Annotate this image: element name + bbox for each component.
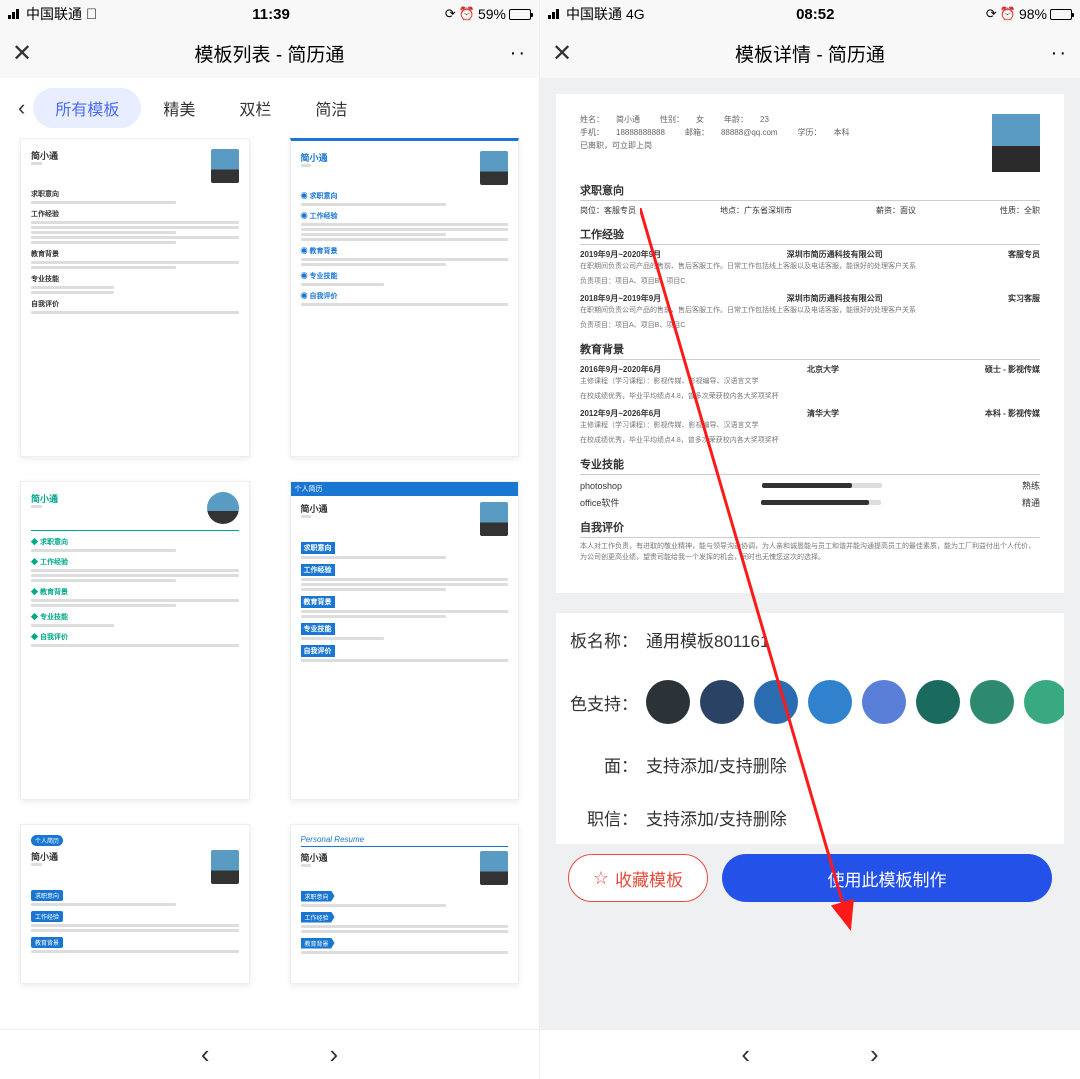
template-card[interactable]: 个人简历 简小通 求职意向 工作经验 教育背景 专业技能 自我评价 <box>290 481 520 800</box>
template-card[interactable]: 简小通 ◉ 求职意向 ◉ 工作经验 ◉ 教育背景 ◉ 专业技能 ◉ 自我评价 <box>290 138 520 457</box>
avatar-thumb <box>211 850 239 884</box>
meta-color-label: 色支持： <box>556 690 646 715</box>
color-swatch[interactable] <box>754 680 798 724</box>
battery-percent: 59% <box>478 6 506 22</box>
bottom-nav-right: ‹ › <box>540 1029 1080 1079</box>
color-swatch[interactable] <box>1024 680 1064 724</box>
avatar-thumb <box>207 492 239 524</box>
close-button[interactable]: ✕ <box>552 39 572 68</box>
avatar-thumb <box>480 151 508 185</box>
star-icon: ☆ <box>593 868 609 889</box>
tab-fine[interactable]: 精美 <box>141 88 217 128</box>
resume-preview[interactable]: 姓名：简小通 性别：女 年龄：23 手机：18888888888 邮箱：8888… <box>556 94 1064 593</box>
page-title: 模板详情 - 简历通 <box>552 40 1068 67</box>
section-skills: 专业技能 <box>580 456 1040 475</box>
nav-prev[interactable]: ‹ <box>741 1039 750 1070</box>
carrier-label: 中国联通 <box>566 4 622 24</box>
signal-icon <box>8 9 22 19</box>
detail-area[interactable]: 姓名：简小通 性别：女 年龄：23 手机：18888888888 邮箱：8888… <box>540 78 1080 1029</box>
wifi-icon: 􀙇 <box>86 6 97 23</box>
meta-letter-label: 职信： <box>556 805 646 830</box>
bottom-nav-left: ‹ › <box>0 1029 539 1079</box>
meta-name-label: 板名称： <box>556 627 646 652</box>
template-card[interactable]: 简小通 ◆ 求职意向 ◆ 工作经验 ◆ 教育背景 ◆ 专业技能 ◆ 自我评价 <box>20 481 250 800</box>
network-label: 4G <box>626 6 645 22</box>
orientation-lock-icon: ⟳ <box>986 6 997 22</box>
header-right: ✕ 模板详情 - 简历通 ·· <box>540 28 1080 78</box>
resume-info: 姓名：简小通 性别：女 年龄：23 手机：18888888888 邮箱：8888… <box>580 114 982 172</box>
section-intention: 求职意向 <box>580 182 1040 201</box>
nav-prev[interactable]: ‹ <box>201 1039 210 1070</box>
battery-percent: 98% <box>1019 6 1047 22</box>
back-button[interactable]: ‹ <box>10 95 33 121</box>
status-bar-right: 中国联通 4G 08:52 ⟳ ⏰ 98% <box>540 0 1080 28</box>
carrier-label: 中国联通 <box>26 4 82 24</box>
section-experience: 工作经验 <box>580 226 1040 245</box>
color-swatch[interactable] <box>700 680 744 724</box>
meta-name-value: 通用模板801161 <box>646 627 769 652</box>
header-left: ✕ 模板列表 - 简历通 ·· <box>0 28 539 78</box>
section-selfeval: 自我评价 <box>580 519 1040 538</box>
action-row: ☆ 收藏模板 使用此模板制作 <box>556 844 1064 908</box>
nav-next[interactable]: › <box>870 1039 879 1070</box>
orientation-lock-icon: ⟳ <box>445 6 456 22</box>
status-bar-left: 中国联通 􀙇 11:39 ⟳ ⏰ 59% <box>0 0 539 28</box>
phone-right: 中国联通 4G 08:52 ⟳ ⏰ 98% ✕ 模板详情 - 简历通 ·· 姓名… <box>540 0 1080 1079</box>
meta-letter-value: 支持添加/支持删除 <box>646 805 787 830</box>
signal-icon <box>548 9 562 19</box>
color-swatch[interactable] <box>862 680 906 724</box>
alarm-icon: ⏰ <box>459 6 475 22</box>
template-card[interactable]: 简小通 求职意向 工作经验 教育背景 专业技能 自我评价 <box>20 138 250 457</box>
nav-next[interactable]: › <box>330 1039 339 1070</box>
tab-simple[interactable]: 简洁 <box>293 88 369 128</box>
color-swatches <box>646 680 1064 724</box>
favorite-button[interactable]: ☆ 收藏模板 <box>568 854 708 902</box>
template-grid[interactable]: 简小通 求职意向 工作经验 教育背景 专业技能 自我评价 简小通 ◉ 求职意向 … <box>0 138 539 1029</box>
color-swatch[interactable] <box>808 680 852 724</box>
resume-photo <box>992 114 1040 172</box>
more-button[interactable]: ·· <box>510 42 527 65</box>
template-card[interactable]: Personal Resume 简小通 求职意向 工作经验 教育背景 <box>290 824 520 984</box>
template-card[interactable]: 个人简历 简小通 求职意向 工作经验 教育背景 <box>20 824 250 984</box>
avatar-thumb <box>480 851 508 885</box>
color-swatch[interactable] <box>646 680 690 724</box>
color-swatch[interactable] <box>916 680 960 724</box>
meta-cover-label: 面： <box>556 752 646 777</box>
close-button[interactable]: ✕ <box>12 39 32 68</box>
avatar-thumb <box>211 149 239 183</box>
status-time: 08:52 <box>796 6 834 23</box>
section-education: 教育背景 <box>580 341 1040 360</box>
meta-cover-value: 支持添加/支持删除 <box>646 752 787 777</box>
color-swatch[interactable] <box>970 680 1014 724</box>
tab-all[interactable]: 所有模板 <box>33 88 141 128</box>
template-meta: 板名称： 通用模板801161 色支持： 面： 支持添加/支持删除 <box>556 613 1064 844</box>
more-button[interactable]: ·· <box>1051 42 1068 65</box>
page-title: 模板列表 - 简历通 <box>12 40 527 67</box>
alarm-icon: ⏰ <box>1000 6 1016 22</box>
use-template-button[interactable]: 使用此模板制作 <box>722 854 1052 902</box>
tabs-row: ‹ 所有模板 精美 双栏 简洁 <box>0 78 539 138</box>
battery-icon <box>509 9 531 20</box>
tab-twocol[interactable]: 双栏 <box>217 88 293 128</box>
status-time: 11:39 <box>252 6 290 23</box>
avatar-thumb <box>480 502 508 536</box>
battery-icon <box>1050 9 1072 20</box>
phone-left: 中国联通 􀙇 11:39 ⟳ ⏰ 59% ✕ 模板列表 - 简历通 ·· ‹ 所… <box>0 0 540 1079</box>
